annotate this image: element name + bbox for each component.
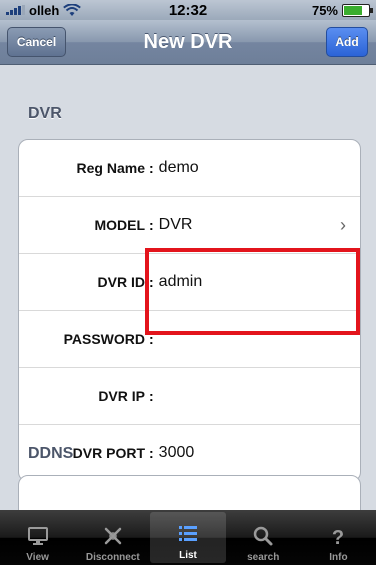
monitor-icon [27,527,48,545]
carrier: olleh [6,3,136,18]
page-title: New DVR [143,31,233,53]
search-icon [253,526,273,546]
tab-bar: View Disconnect List search ? Info [0,510,376,565]
row-reg-name[interactable]: Reg Name : demo [19,140,360,197]
disconnect-icon [104,527,122,545]
battery-icon [342,3,373,17]
carrier-name: olleh [29,2,60,18]
section-title-ddns: DDNS [28,445,74,462]
dvr-port-input[interactable]: 3000 [159,444,195,462]
model-value: DVR [158,216,193,233]
tab-disconnect[interactable]: Disconnect [75,510,150,565]
wifi-icon [63,3,82,16]
list-icon [179,526,197,541]
password-label: PASSWORD [63,331,145,347]
battery-percent: 75% [311,2,338,18]
section-title-dvr: DVR [28,105,62,122]
tab-info[interactable]: ? Info [301,510,376,565]
tab-label-info: Info [329,552,348,563]
tab-label-disconnect: Disconnect [85,552,140,563]
cancel-button[interactable]: Cancel [7,27,66,57]
chevron-right-icon: › [340,215,346,235]
tab-label-list: List [179,550,197,561]
question-icon: ? [332,527,344,548]
svg-text:?: ? [332,527,344,548]
form-content[interactable]: DVR Reg Name : demo MODEL : DVR › DVR ID… [0,65,376,537]
reg-name-input[interactable]: demo [159,159,199,177]
tab-list[interactable]: List [150,512,226,563]
reg-name-label: Reg Name [76,160,145,176]
tab-label-search: search [247,552,280,563]
row-dvr-ip[interactable]: DVR IP : [19,368,360,425]
highlight-annotation [145,248,360,335]
dvr-id-label: DVR ID [97,274,145,290]
model-label: MODEL [94,217,145,233]
tab-label-view: View [26,552,49,563]
status-bar: olleh 12:32 75% [0,0,376,20]
dvr-ip-label: DVR IP [98,388,145,404]
tab-search[interactable]: search [226,510,301,565]
add-button[interactable]: Add [326,27,368,57]
row-model[interactable]: MODEL : DVR › [19,197,360,254]
status-time: 12:32 [168,1,208,19]
tab-view[interactable]: View [0,510,75,565]
signal-icon [6,5,25,15]
